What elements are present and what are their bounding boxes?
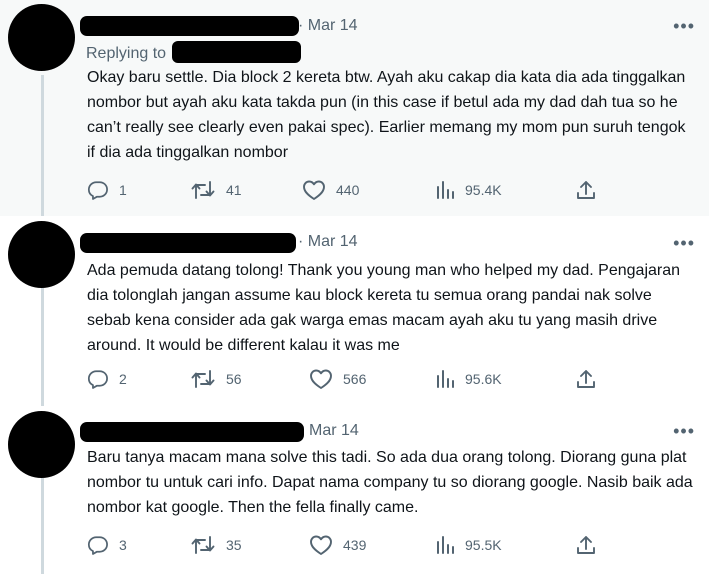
tweet-date[interactable]: · Mar 14	[298, 17, 358, 35]
redacted-author-name[interactable]	[80, 422, 304, 442]
like-button[interactable]: 566	[309, 368, 366, 390]
like-count: 439	[343, 537, 367, 553]
like-icon	[303, 180, 325, 200]
like-icon	[310, 535, 332, 555]
like-button[interactable]: 439	[309, 534, 366, 556]
reply-count: 3	[119, 537, 127, 553]
retweet-count: 35	[226, 537, 242, 553]
tweet-2[interactable]: · Mar 14 ••• Ada pemuda datang tolong! T…	[0, 216, 709, 406]
retweet-button[interactable]: 56	[190, 368, 242, 390]
avatar[interactable]	[8, 411, 75, 478]
views-count: 95.5K	[465, 537, 502, 553]
more-icon[interactable]: •••	[673, 421, 695, 442]
reply-button[interactable]: 1	[87, 179, 127, 201]
reply-button[interactable]: 2	[87, 368, 127, 390]
tweet-text: Baru tanya macam mana solve this tadi. S…	[87, 449, 693, 516]
redacted-author-name[interactable]	[80, 233, 296, 253]
like-button[interactable]: 440	[302, 179, 359, 201]
retweet-icon	[191, 370, 215, 388]
tweet-text: Okay baru settle. Dia block 2 kereta btw…	[87, 69, 686, 161]
views-icon	[437, 370, 454, 388]
share-icon	[577, 536, 595, 554]
replying-to-label: Replying to	[86, 45, 167, 63]
share-icon	[577, 370, 595, 388]
tweet-actions: 2 56 566 95.6K	[87, 368, 607, 390]
retweet-icon	[191, 181, 215, 199]
like-count: 440	[336, 182, 360, 198]
reply-button[interactable]: 3	[87, 534, 127, 556]
share-button[interactable]	[575, 534, 607, 556]
views-button[interactable]: 95.6K	[435, 368, 502, 390]
tweet-date[interactable]: · Mar 14	[298, 233, 358, 251]
retweet-button[interactable]: 35	[190, 534, 242, 556]
tweet-1[interactable]: · Mar 14 ••• Replying to Okay baru settl…	[0, 0, 709, 216]
retweet-icon	[191, 536, 215, 554]
views-count: 95.4K	[465, 182, 502, 198]
retweet-button[interactable]: 41	[190, 179, 242, 201]
reply-count: 2	[119, 371, 127, 387]
share-button[interactable]	[575, 368, 607, 390]
reply-icon	[87, 370, 108, 389]
thread-line	[41, 478, 44, 574]
views-count: 95.6K	[465, 371, 502, 387]
thread-line	[41, 287, 44, 406]
retweet-count: 56	[226, 371, 242, 387]
tweet-date[interactable]: Mar 14	[309, 422, 359, 440]
replying-to: Replying to	[86, 41, 302, 65]
thread-line	[41, 75, 44, 216]
reply-icon	[87, 536, 108, 555]
avatar[interactable]	[8, 4, 75, 71]
views-icon	[437, 181, 454, 199]
tweet-text: Ada pemuda datang tolong! Thank you youn…	[87, 262, 681, 354]
views-button[interactable]: 95.5K	[435, 534, 502, 556]
views-icon	[437, 536, 454, 554]
tweet-actions: 1 41 440 95.4K	[87, 179, 607, 201]
tweet-3[interactable]: Mar 14 ••• Baru tanya macam mana solve t…	[0, 406, 709, 574]
views-button[interactable]: 95.4K	[435, 179, 502, 201]
more-icon[interactable]: •••	[673, 16, 695, 37]
avatar[interactable]	[8, 221, 75, 288]
retweet-count: 41	[226, 182, 242, 198]
tweet-actions: 3 35 439 95.5K	[87, 534, 607, 556]
redacted-reply-handle[interactable]	[172, 41, 302, 63]
like-icon	[310, 369, 332, 389]
reply-icon	[87, 181, 108, 200]
more-icon[interactable]: •••	[673, 233, 695, 254]
redacted-author-name[interactable]	[80, 16, 299, 36]
like-count: 566	[343, 371, 367, 387]
share-icon	[577, 181, 595, 199]
share-button[interactable]	[575, 179, 607, 201]
reply-count: 1	[119, 182, 127, 198]
